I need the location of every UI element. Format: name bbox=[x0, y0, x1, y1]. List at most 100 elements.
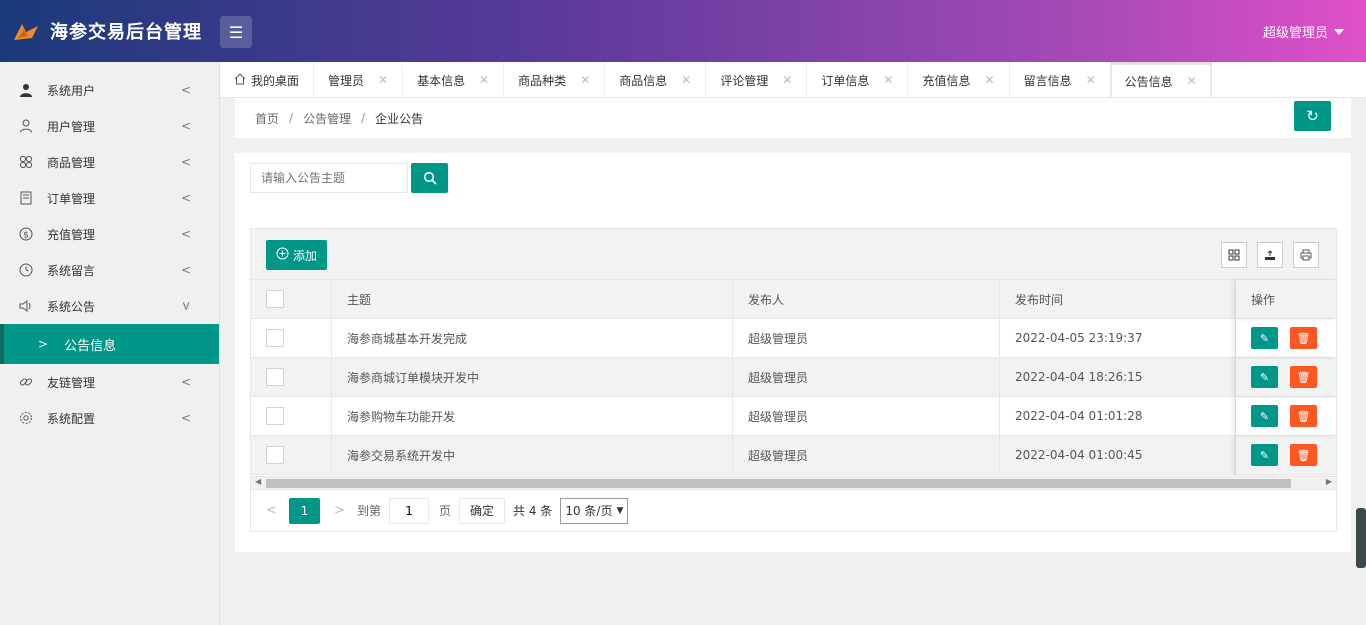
confirm-button[interactable]: 确定 bbox=[459, 497, 506, 524]
columns-filter-button[interactable] bbox=[1221, 242, 1247, 268]
header-checkbox-cell bbox=[251, 279, 332, 319]
edit-button[interactable]: ✎ bbox=[1251, 444, 1278, 466]
print-button[interactable] bbox=[1293, 242, 1319, 268]
logo: 海参交易后台管理 bbox=[12, 18, 202, 44]
user-menu[interactable]: 超级管理员 bbox=[1263, 22, 1344, 41]
pencil-icon: ✎ bbox=[1259, 448, 1270, 462]
sidebar-item-system-config[interactable]: 系统配置 < bbox=[0, 400, 219, 436]
horizontal-scrollbar[interactable]: ◀ ▶ bbox=[250, 476, 1337, 490]
table-toolbar: 添加 bbox=[250, 228, 1337, 280]
sidebar-item-system-notices[interactable]: 系统公告 < bbox=[0, 288, 219, 324]
tab-admin[interactable]: 管理员 ✕ bbox=[314, 62, 404, 98]
edit-button[interactable]: ✎ bbox=[1251, 366, 1278, 388]
checkbox-cell bbox=[251, 318, 332, 358]
sidebar-subitem-notice-info[interactable]: > 公告信息 bbox=[0, 324, 219, 364]
tab-comment-management[interactable]: 评论管理 ✕ bbox=[706, 62, 808, 98]
delete-button[interactable]: 🗑 bbox=[1290, 444, 1317, 466]
chevron-left-icon: < bbox=[180, 119, 191, 133]
breadcrumb-home[interactable]: 首页 bbox=[255, 110, 279, 127]
trash-icon: 🗑 bbox=[1296, 331, 1311, 345]
sidebar-item-link-management[interactable]: 友链管理 < bbox=[0, 364, 219, 400]
close-icon[interactable]: ✕ bbox=[479, 73, 489, 87]
pencil-icon: ✎ bbox=[1259, 409, 1270, 423]
publisher-cell: 超级管理员 bbox=[733, 318, 1000, 358]
chevron-left-icon: < bbox=[180, 83, 191, 97]
export-button[interactable] bbox=[1257, 242, 1283, 268]
row-checkbox[interactable] bbox=[266, 368, 284, 386]
scroll-thumb[interactable] bbox=[266, 479, 1291, 488]
chevron-left-icon: < bbox=[180, 155, 191, 169]
add-button[interactable]: 添加 bbox=[266, 240, 327, 270]
tab-product-category[interactable]: 商品种类 ✕ bbox=[504, 62, 606, 98]
edit-button[interactable]: ✎ bbox=[1251, 327, 1278, 349]
app-title: 海参交易后台管理 bbox=[50, 22, 202, 43]
subject-cell: 海参商城订单模块开发中 bbox=[332, 357, 733, 397]
tab-notice-info[interactable]: 公告信息 ✕ bbox=[1110, 62, 1212, 98]
breadcrumb-current: 企业公告 bbox=[375, 111, 424, 126]
edit-button[interactable]: ✎ bbox=[1251, 405, 1278, 427]
row-checkbox[interactable] bbox=[266, 329, 284, 347]
dollar-icon: $ bbox=[18, 226, 34, 242]
delete-button[interactable]: 🗑 bbox=[1290, 405, 1317, 427]
checkbox-cell bbox=[251, 435, 332, 475]
row-checkbox[interactable] bbox=[266, 407, 284, 425]
goto-label: 到第 bbox=[357, 504, 382, 518]
publisher-cell: 超级管理员 bbox=[733, 357, 1000, 397]
trash-icon: 🗑 bbox=[1296, 370, 1311, 384]
caret-down-icon bbox=[1334, 28, 1344, 35]
breadcrumb: 首页 / 公告管理 / 企业公告 ↻ bbox=[235, 98, 1351, 138]
close-icon[interactable]: ✕ bbox=[1187, 74, 1197, 88]
page-jump-input[interactable] bbox=[389, 497, 430, 524]
page-number-current[interactable]: 1 bbox=[289, 497, 320, 524]
tab-product-info[interactable]: 商品信息 ✕ bbox=[605, 62, 707, 98]
sidebar-item-user-management[interactable]: 用户管理 < bbox=[0, 108, 219, 144]
close-icon[interactable]: ✕ bbox=[580, 73, 590, 87]
column-header[interactable]: 主题 bbox=[332, 279, 733, 319]
scroll-right-icon[interactable]: ▶ bbox=[1326, 477, 1332, 486]
tab-label: 商品信息 bbox=[619, 73, 668, 88]
delete-button[interactable]: 🗑 bbox=[1290, 327, 1317, 349]
actions-cell: ✎ 🗑 bbox=[1236, 436, 1336, 475]
actions-cell: ✎ 🗑 bbox=[1236, 319, 1336, 358]
refresh-button[interactable]: ↻ bbox=[1294, 101, 1331, 131]
grid-icon bbox=[18, 154, 34, 170]
page-size-select[interactable]: 10 条/页 ▼ bbox=[560, 497, 629, 524]
sidebar-item-system-users[interactable]: 系统用户 < bbox=[0, 72, 219, 108]
close-icon[interactable]: ✕ bbox=[378, 73, 388, 87]
close-icon[interactable]: ✕ bbox=[1086, 73, 1096, 87]
sidebar-item-recharge-management[interactable]: $ 充值管理 < bbox=[0, 216, 219, 252]
close-icon[interactable]: ✕ bbox=[782, 73, 792, 87]
close-icon[interactable]: ✕ bbox=[883, 73, 893, 87]
column-header[interactable]: 发布人 bbox=[733, 279, 1000, 319]
sidebar-item-product-management[interactable]: 商品管理 < bbox=[0, 144, 219, 180]
tab-message-info[interactable]: 留言信息 ✕ bbox=[1010, 62, 1111, 98]
sidebar: 系统用户 < 用户管理 < 商品管理 < 订单管理 < $ 充值管理 < 系统留… bbox=[0, 62, 220, 625]
tab-recharge-info[interactable]: 充值信息 ✕ bbox=[908, 62, 1010, 98]
select-all-checkbox[interactable] bbox=[266, 290, 284, 308]
column-header[interactable]: 发布时间 bbox=[1000, 279, 1236, 319]
sidebar-item-order-management[interactable]: 订单管理 < bbox=[0, 180, 219, 216]
search-button[interactable] bbox=[411, 163, 448, 193]
speaker-icon bbox=[18, 298, 34, 314]
floating-edge-widget[interactable] bbox=[1356, 508, 1366, 568]
tab-label: 我的桌面 bbox=[251, 73, 300, 88]
user-filled-icon bbox=[18, 82, 34, 98]
sidebar-item-label: 订单管理 bbox=[47, 191, 96, 206]
breadcrumb-level1[interactable]: 公告管理 bbox=[303, 110, 351, 127]
tab-order-info[interactable]: 订单信息 ✕ bbox=[807, 62, 909, 98]
close-icon[interactable]: ✕ bbox=[985, 73, 995, 87]
checkbox-cell bbox=[251, 396, 332, 436]
tab-basic-info[interactable]: 基本信息 ✕ bbox=[403, 62, 505, 98]
search-input[interactable] bbox=[250, 163, 408, 193]
delete-button[interactable]: 🗑 bbox=[1290, 366, 1317, 388]
menu-toggle-button[interactable]: ☰ bbox=[220, 16, 252, 48]
sidebar-item-system-messages[interactable]: 系统留言 < bbox=[0, 252, 219, 288]
next-page-icon[interactable]: > bbox=[334, 503, 349, 518]
scroll-left-icon[interactable]: ◀ bbox=[255, 477, 261, 486]
prev-page-icon[interactable]: < bbox=[266, 503, 281, 518]
row-checkbox[interactable] bbox=[266, 446, 284, 464]
chevron-left-icon: < bbox=[180, 263, 191, 277]
close-icon[interactable]: ✕ bbox=[681, 73, 691, 87]
doc-icon bbox=[18, 190, 34, 206]
tab-desktop[interactable]: 我的桌面 bbox=[220, 62, 315, 98]
